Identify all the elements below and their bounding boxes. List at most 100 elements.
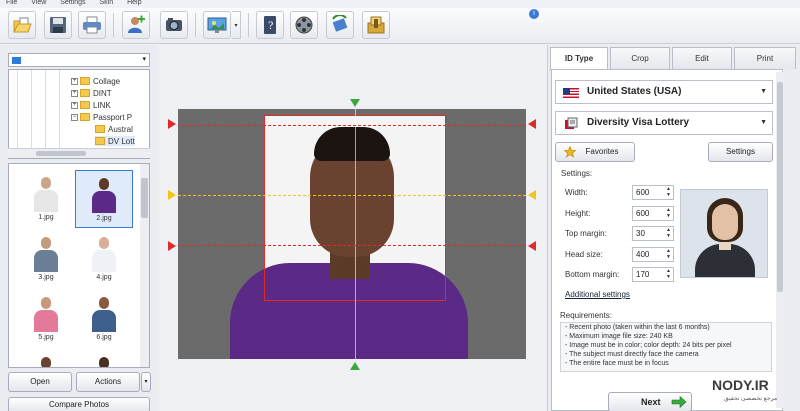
chin-guide-line[interactable] <box>178 245 526 246</box>
folder-icon <box>80 77 90 85</box>
photo-thumbnail[interactable]: 6.jpg <box>75 290 133 348</box>
info-book-icon: ? <box>264 16 276 34</box>
watermark-text: NODY.IR <box>712 377 769 393</box>
tab-print[interactable]: Print <box>734 47 796 69</box>
folder-icon <box>95 125 105 133</box>
film-reel-button[interactable] <box>290 11 318 39</box>
tree-item-link[interactable]: + LINK <box>71 100 111 110</box>
thumbnail-image <box>89 294 119 332</box>
chin-guide-handle-left[interactable] <box>166 240 178 252</box>
svg-text:?: ? <box>268 21 273 32</box>
tab-crop[interactable]: Crop <box>610 47 670 69</box>
favorites-button[interactable]: Favorites <box>555 142 635 162</box>
tree-item-dint[interactable]: + DINT <box>71 88 112 98</box>
thumbnail-scrollbar[interactable] <box>140 164 149 367</box>
document-icon <box>565 117 578 129</box>
thumbnail-image <box>31 354 61 367</box>
photo-thumbnail[interactable]: 5.jpg <box>17 290 75 348</box>
actions-dropdown-arrow[interactable]: ▾ <box>141 372 151 392</box>
compare-photos-button[interactable]: Compare Photos <box>8 397 150 411</box>
top-guide-line[interactable] <box>178 125 526 126</box>
info-book-button[interactable]: ? <box>256 11 284 39</box>
folder-icon <box>95 137 105 145</box>
menu-help[interactable]: Help <box>127 0 141 6</box>
monitor-dropdown-arrow[interactable]: ▾ <box>232 11 241 39</box>
requirement-item: - Recent photo (taken within the last 6 … <box>565 324 710 331</box>
head-size-input[interactable]: 400 ▲ ▼ <box>632 247 674 262</box>
width-input[interactable]: 600 ▲ ▼ <box>632 185 674 200</box>
photo-thumbnail[interactable] <box>75 350 133 367</box>
top-margin-input[interactable]: 30 ▲ ▼ <box>632 226 674 241</box>
print-button[interactable] <box>78 11 106 39</box>
open-folder-button[interactable] <box>8 11 36 39</box>
top-guide-handle-right[interactable] <box>526 118 538 130</box>
height-label: Height: <box>565 209 591 218</box>
usa-flag-icon <box>563 88 579 98</box>
photo-thumbnail[interactable]: 4.jpg <box>75 230 133 288</box>
document-type-select[interactable]: Diversity Visa Lottery ▼ <box>555 111 773 135</box>
folder-dropdown[interactable]: ▾ <box>8 53 150 67</box>
monitor-button[interactable] <box>203 11 231 39</box>
requirement-item: - The subject must directly face the cam… <box>565 351 699 358</box>
height-input[interactable]: 600 ▲ ▼ <box>632 206 674 221</box>
thumbnail-image <box>89 234 119 272</box>
tree-item-australia[interactable]: Austral <box>95 124 133 134</box>
photo-thumbnail[interactable]: 1.jpg <box>17 170 75 228</box>
center-guide-handle-top[interactable] <box>348 98 362 108</box>
eye-guide-handle-left[interactable] <box>166 189 178 201</box>
thumbnail-list: 1.jpg 2.jpg 3.jpg 4.jpg 5.jpg 6.jpg <box>8 163 150 368</box>
tab-edit[interactable]: Edit <box>672 47 732 69</box>
photo-thumbnail[interactable] <box>17 350 75 367</box>
rotate-icon <box>332 15 348 32</box>
actions-button[interactable]: Actions <box>76 372 140 392</box>
settings-button[interactable]: Settings <box>708 142 773 162</box>
info-icon[interactable]: i <box>529 9 539 19</box>
film-reel-icon <box>295 16 313 34</box>
spin-arrows-icon: ▲ ▼ <box>666 207 671 219</box>
menu-view[interactable]: View <box>31 0 46 6</box>
thumbnail-image <box>31 294 61 332</box>
camera-button[interactable] <box>160 11 188 39</box>
additional-settings-link[interactable]: Additional settings <box>565 290 630 299</box>
save-button[interactable] <box>44 11 72 39</box>
chevron-down-icon: ▼ <box>760 119 767 126</box>
tab-id-type[interactable]: ID Type <box>550 47 608 70</box>
right-panel-scrollbar[interactable] <box>776 72 784 408</box>
center-guide-line[interactable] <box>355 109 356 359</box>
sample-photo <box>680 189 768 278</box>
center-guide-handle-bottom[interactable] <box>348 361 362 371</box>
photo-thumbnail[interactable]: 3.jpg <box>17 230 75 288</box>
menu-settings[interactable]: Settings <box>60 0 85 6</box>
open-folder-icon <box>13 17 32 33</box>
export-button[interactable] <box>362 11 390 39</box>
spin-arrows-icon: ▲ ▼ <box>666 248 671 260</box>
add-person-icon <box>128 15 145 33</box>
next-button[interactable]: Next <box>608 392 692 411</box>
eye-guide-line[interactable] <box>178 195 526 196</box>
photo-canvas[interactable] <box>178 109 526 359</box>
chin-guide-handle-right[interactable] <box>526 240 538 252</box>
menu-file[interactable]: File <box>6 0 17 6</box>
top-guide-handle-left[interactable] <box>166 118 178 130</box>
menu-skin[interactable]: Skin <box>99 0 113 6</box>
width-label: Width: <box>565 188 588 197</box>
tree-item-dv-lottery[interactable]: DV Lott <box>95 136 135 146</box>
thumbnail-filename: 4.jpg <box>96 274 112 281</box>
rotate-button[interactable] <box>326 11 354 39</box>
add-person-button[interactable] <box>122 11 150 39</box>
bottom-margin-label: Bottom margin: <box>565 270 620 279</box>
print-icon <box>83 16 101 34</box>
tree-item-collage[interactable]: + Collage <box>71 76 120 86</box>
bottom-margin-input[interactable]: 170 ▲ ▼ <box>632 267 674 282</box>
folder-tree[interactable]: + Collage + DINT + LINK − Passport P Austral… <box>8 69 150 159</box>
open-button[interactable]: Open <box>8 372 72 392</box>
top-margin-label: Top margin: <box>565 229 607 238</box>
thumbnail-filename: 1.jpg <box>38 214 54 221</box>
country-select[interactable]: United States (USA) ▼ <box>555 80 773 104</box>
tree-horizontal-scrollbar[interactable] <box>8 148 150 158</box>
tree-item-passport[interactable]: − Passport P <box>71 112 132 122</box>
eye-guide-handle-right[interactable] <box>526 189 538 201</box>
requirements-title: Requirements: <box>560 311 613 320</box>
requirement-item: - Image must be in color; color depth: 2… <box>565 342 732 349</box>
photo-thumbnail[interactable]: 2.jpg <box>75 170 133 228</box>
